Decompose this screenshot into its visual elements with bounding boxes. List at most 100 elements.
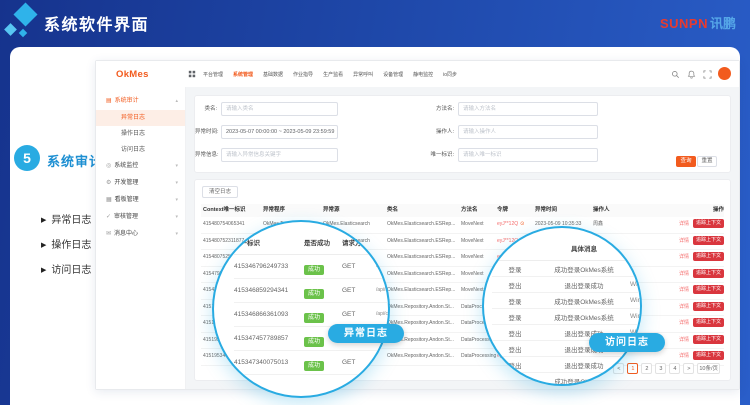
sidebar-item-操作日志[interactable]: 操作日志 [96, 126, 185, 142]
chevron-down-icon: ▾ [175, 158, 178, 175]
bell-icon[interactable] [687, 70, 696, 79]
filter-input-2[interactable]: 2023-05-07 00:00:00 ~ 2023-05-09 23:59:5… [221, 125, 338, 139]
search-button[interactable]: 查询 [676, 156, 696, 167]
sidebar-group-4[interactable]: ✓审核管理▾ [96, 209, 185, 226]
filter-input-5[interactable]: 请输入唯一标识 [458, 148, 598, 162]
status-badge: 成功 [304, 289, 324, 299]
mag-url: /api/log_exception_log... [376, 287, 390, 293]
mag-op-os: Windows10 [630, 297, 642, 304]
chevron-down-icon: ▾ [175, 192, 178, 209]
sidebar-group-0[interactable]: ▤系统审计▴ [96, 93, 185, 110]
nav-item-2[interactable]: 基础数据 [260, 69, 286, 80]
app-sidebar: ▤系统审计▴异常日志操作日志访问日志◎系统监控▾⚙开发管理▾▦看板管理▾✓审核管… [96, 87, 186, 389]
filter-input-1[interactable]: 请输入方法名 [458, 102, 598, 116]
trace-context-button[interactable]: 追踪上下文 [693, 351, 724, 360]
column-header-6: 异常时间 [535, 204, 593, 217]
mag-op-message: 退出登录成功 [538, 360, 630, 370]
filter-input-0[interactable]: 请输入类名 [221, 102, 338, 116]
column-header-2: 异常源 [323, 204, 387, 217]
sidebar-group-label: 系统审计 [115, 98, 139, 104]
cell-operator: 周鑫 [593, 217, 629, 233]
detail-link[interactable]: 详情 [679, 221, 689, 227]
sidebar-group-label: 看板管理 [115, 197, 139, 203]
reset-button[interactable]: 重置 [697, 156, 717, 167]
cell-3: OkMes.Elasticsearch.ESRep... [387, 283, 461, 299]
mag-left-col-1: 是否成功 [304, 234, 342, 254]
token-eye-icon[interactable]: ⊙ [520, 221, 524, 227]
mag-op-type: 登出 [492, 280, 538, 290]
mag-right-row: 登出退出登录成功Windows10 [492, 357, 642, 373]
page-size-select[interactable]: 10条/页 [697, 363, 720, 374]
filter-label-1: 方法名: [423, 102, 454, 116]
mag-op-type: 登录 [492, 296, 538, 306]
mag-right-row: 登出退出登录成功Windows10 [492, 277, 642, 293]
nav-item-1[interactable]: 系统管理 [230, 69, 256, 80]
mag-left-col-3: 请求地址 [376, 234, 390, 254]
trace-context-button[interactable]: 追踪上下文 [693, 219, 724, 228]
trace-context-button[interactable]: 追踪上下文 [693, 269, 724, 278]
sidebar-group-5[interactable]: ✉消息中心▾ [96, 226, 185, 243]
magnifier-exception-log: 唯一标识是否成功请求方式请求地址 415346796249733成功GET/ap… [212, 220, 390, 398]
trace-context-button[interactable]: 追踪上下文 [693, 252, 724, 261]
cell-0: 415480754065341 [201, 217, 263, 233]
filter-input-4[interactable]: 请输入异常信息关键字 [221, 148, 338, 162]
detail-link[interactable]: 详情 [679, 271, 689, 277]
mag-left-row: 415346796249733成功GET/api/es/drop_l... [234, 255, 390, 279]
status-badge: 成功 [304, 313, 324, 323]
chevron-down-icon: ▾ [175, 175, 178, 192]
page-2[interactable]: 2 [641, 363, 652, 374]
search-icon[interactable] [671, 70, 680, 79]
detail-link[interactable]: 详情 [679, 254, 689, 260]
mag-url: /api/user/info... [376, 359, 390, 365]
nav-item-8[interactable]: io同步 [440, 69, 460, 80]
cell-3: OkMes.Elasticsearch.ESRep... [387, 217, 461, 233]
detail-link[interactable]: 详情 [679, 353, 689, 359]
filter-input-3[interactable]: 请输入操作人 [458, 125, 598, 139]
grid-menu-icon[interactable] [188, 70, 196, 78]
page-4[interactable]: 4 [669, 363, 680, 374]
sidebar-group-2[interactable]: ⚙开发管理▾ [96, 175, 185, 192]
magnifier-access-log: 具体消息 登录成功登录OkMes系统Windows10登出退出登录成功Windo… [482, 226, 642, 386]
monitor-icon: ◎ [106, 163, 111, 169]
nav-item-7[interactable]: 静电监控 [410, 69, 436, 80]
nav-item-6[interactable]: 设备管理 [380, 69, 406, 80]
page-3[interactable]: 3 [655, 363, 666, 374]
mag-id: 415346796249733 [234, 263, 304, 270]
detail-link[interactable]: 详情 [679, 287, 689, 293]
approve-icon: ✓ [106, 214, 111, 220]
slide: 系统软件界面 SUNPN讯鹏 5 系统审计 ▶异常日志▶操作日志▶访问日志 Ok… [0, 0, 750, 405]
mag-op-type: 登出 [492, 328, 538, 338]
top-nav: 平台管理系统管理基础数据作业指导生产监看异常呼叫设备管理静电监控 io同步 [200, 61, 460, 87]
logo-diamond-medium [4, 23, 17, 36]
nav-item-5[interactable]: 异常呼叫 [350, 69, 376, 80]
nav-item-0[interactable]: 平台管理 [200, 69, 226, 80]
detail-link[interactable]: 详情 [679, 337, 689, 343]
cell-actions: 详情追踪上下文 [629, 234, 730, 250]
brand-latin: SUNPN [660, 16, 708, 31]
detail-link[interactable]: 详情 [679, 320, 689, 326]
sidebar-item-访问日志[interactable]: 访问日志 [96, 142, 185, 158]
detail-link[interactable]: 详情 [679, 304, 689, 310]
cell-actions: 详情追踪上下文 [629, 283, 730, 299]
detail-link[interactable]: 详情 [679, 238, 689, 244]
sidebar-item-异常日志[interactable]: 异常日志 [96, 110, 185, 126]
mag-left-row: 415347340075013成功GET/api/user/info... [234, 351, 390, 375]
mag-op-message: 成功登录OkMes系统 [538, 296, 630, 306]
section-bullet-list: ▶异常日志▶操作日志▶访问日志 [41, 211, 91, 286]
sidebar-group-1[interactable]: ◎系统监控▾ [96, 158, 185, 175]
sidebar-group-3[interactable]: ▦看板管理▾ [96, 192, 185, 209]
nav-item-4[interactable]: 生产监看 [320, 69, 346, 80]
trace-context-button[interactable]: 追踪上下文 [693, 236, 724, 245]
clear-logs-button[interactable]: 清空日志 [202, 186, 238, 198]
section-bullet-2: ▶访问日志 [41, 261, 91, 276]
page-title: 系统软件界面 [44, 11, 149, 35]
trace-context-button[interactable]: 追踪上下文 [693, 285, 724, 294]
trace-context-button[interactable]: 追踪上下文 [693, 335, 724, 344]
trace-context-button[interactable]: 追踪上下文 [693, 318, 724, 327]
page-next[interactable]: > [683, 363, 694, 374]
nav-item-3[interactable]: 作业指导 [290, 69, 316, 80]
avatar[interactable] [718, 67, 731, 80]
trace-context-button[interactable]: 追踪上下文 [693, 302, 724, 311]
fullscreen-icon[interactable] [703, 70, 712, 79]
status-badge: 成功 [304, 361, 324, 371]
